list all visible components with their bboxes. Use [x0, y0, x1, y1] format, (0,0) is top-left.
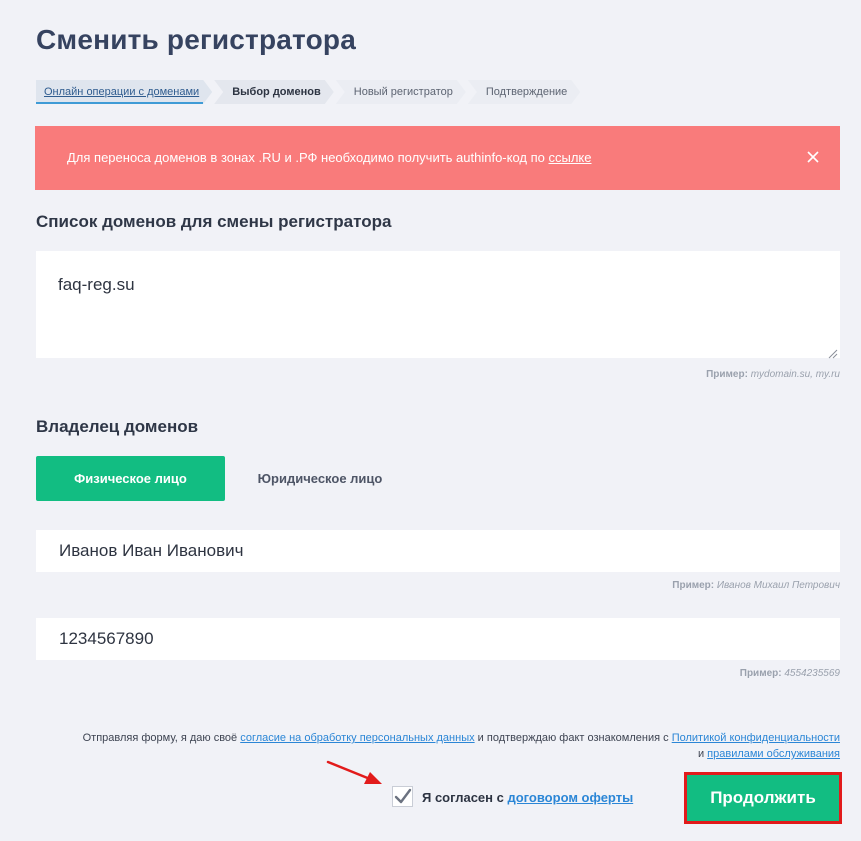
- resize-handle-icon[interactable]: [828, 346, 838, 359]
- owner-inn-hint: Пример: 4554235569: [740, 668, 840, 679]
- tab-individual[interactable]: Физическое лицо: [36, 456, 225, 501]
- tab-legal-entity[interactable]: Юридическое лицо: [225, 456, 415, 501]
- red-arrow-icon: [326, 760, 386, 786]
- owner-inn-hint-value: 4554235569: [784, 668, 840, 679]
- consent-part3: и: [697, 748, 708, 760]
- consent-text: Отправляя форму, я даю своё согласие на …: [60, 730, 840, 762]
- owner-name-hint-value: Иванов Михаил Петрович: [716, 580, 840, 591]
- owner-name-hint: Пример: Иванов Михаил Петрович: [672, 580, 840, 591]
- alert-message: Для переноса доменов в зонах .RU и .РФ н…: [67, 150, 549, 165]
- alert-banner: Для переноса доменов в зонах .RU и .РФ н…: [35, 126, 840, 190]
- offer-contract-link[interactable]: договором оферты: [507, 790, 633, 805]
- agreement-label-text: Я согласен с: [422, 790, 508, 805]
- alert-text: Для переноса доменов в зонах .RU и .РФ н…: [67, 150, 592, 165]
- terms-of-service-link[interactable]: правилами обслуживания: [707, 748, 840, 760]
- domains-textarea-value: faq-reg.su: [58, 275, 135, 294]
- agreement-label: Я согласен с договором оферты: [422, 790, 633, 805]
- breadcrumb-link[interactable]: Онлайн операции с доменами: [44, 86, 199, 98]
- page-title: Сменить регистратора: [36, 24, 356, 55]
- domains-section-title: Список доменов для смены регистратора: [36, 212, 392, 231]
- breadcrumb-item-new-registrar: Новый регистратор: [336, 80, 466, 104]
- breadcrumb: Онлайн операции с доменами Выбор доменов…: [36, 80, 582, 104]
- domains-hint-label: Пример:: [706, 369, 748, 380]
- checkmark-icon: [394, 788, 412, 804]
- domains-textarea[interactable]: faq-reg.su: [36, 251, 840, 359]
- consent-part1: Отправляя форму, я даю своё: [82, 732, 241, 744]
- privacy-policy-link[interactable]: Политикой конфиденциальности: [672, 732, 840, 744]
- owner-inn-input[interactable]: 1234567890: [36, 618, 840, 660]
- owner-inn-value: 1234567890: [59, 629, 154, 648]
- personal-data-consent-link[interactable]: согласие на обработку персональных данны…: [240, 732, 474, 744]
- alert-link[interactable]: ссылке: [549, 150, 592, 165]
- submit-button-highlight: Продолжить: [684, 772, 842, 824]
- owner-inn-hint-label: Пример:: [739, 668, 782, 679]
- consent-part2: и подтверждаю факт ознакомления с: [474, 732, 672, 744]
- owner-type-tabs: Физическое лицо Юридическое лицо: [36, 456, 415, 501]
- breadcrumb-item-domain-operations[interactable]: Онлайн операции с доменами: [36, 80, 212, 104]
- domains-hint-value: mydomain.su, my.ru: [750, 369, 840, 380]
- owner-name-input[interactable]: Иванов Иван Иванович: [36, 530, 840, 572]
- owner-section-title: Владелец доменов: [36, 417, 199, 436]
- domains-hint: Пример: mydomain.su, my.ru: [706, 369, 840, 380]
- continue-button[interactable]: Продолжить: [687, 775, 839, 821]
- owner-name-hint-label: Пример:: [672, 580, 715, 591]
- breadcrumb-item-confirmation: Подтверждение: [468, 80, 580, 104]
- agreement-checkbox[interactable]: [392, 786, 413, 807]
- close-icon[interactable]: [806, 150, 820, 164]
- breadcrumb-item-select-domains: Выбор доменов: [214, 80, 334, 104]
- owner-name-value: Иванов Иван Иванович: [59, 541, 244, 560]
